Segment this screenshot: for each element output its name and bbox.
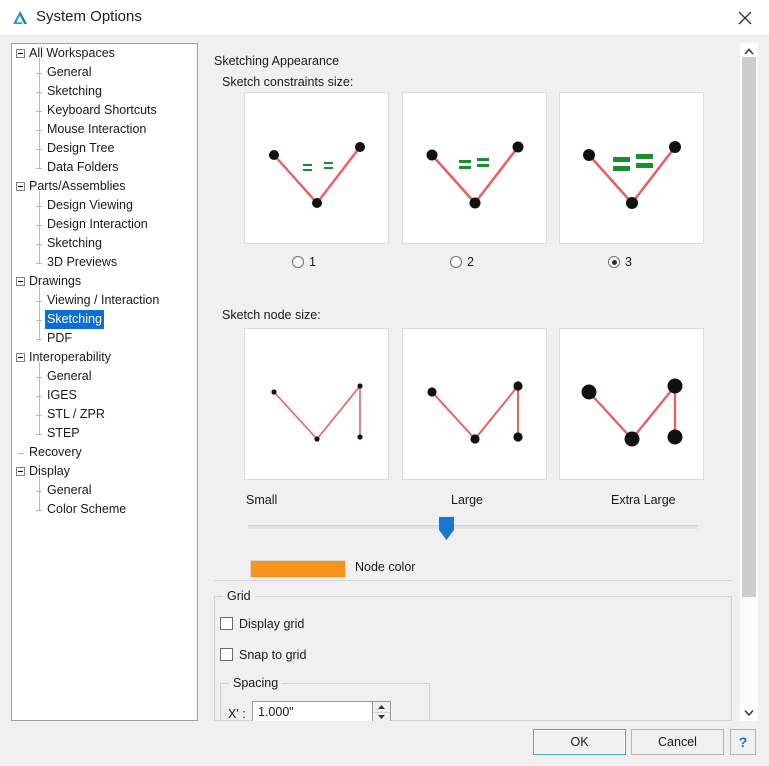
tree-expander-icon[interactable] (16, 353, 25, 362)
slider-thumb[interactable] (438, 517, 455, 541)
tree-item-label: Sketching (47, 84, 102, 98)
node-size-preview-large[interactable] (402, 328, 547, 480)
constraint-size-radio-2-label: 2 (467, 255, 474, 269)
constraint-size-radio-group[interactable]: 1 2 3 (210, 255, 728, 275)
tree-item-label: Design Interaction (47, 217, 148, 231)
node-size-tick-small: Small (246, 493, 278, 507)
node-size-preview-extra-large[interactable] (559, 328, 704, 480)
title-bar: System Options (0, 0, 769, 36)
tree-connector (36, 510, 42, 511)
spacing-x-label: X' : (228, 707, 246, 721)
tree-connector (36, 263, 42, 264)
node-size-preview-small[interactable] (244, 328, 389, 480)
radio-indicator (450, 256, 462, 268)
spacing-group-legend: Spacing (229, 676, 283, 690)
tree-item-label: Sketching (45, 310, 104, 329)
tree-item-label: Recovery (29, 445, 82, 459)
constraint-size-radio-3[interactable]: 3 (608, 255, 632, 269)
tree-expander-icon[interactable] (16, 277, 25, 286)
tree-item-label: Data Folders (47, 160, 119, 174)
tree-item-label: PDF (47, 331, 72, 345)
sketching-appearance-title: Sketching Appearance (214, 54, 340, 68)
tree-item-label: General (47, 483, 92, 497)
scroll-down-icon[interactable] (740, 704, 758, 721)
help-button[interactable]: ? (730, 729, 756, 755)
display-grid-checkbox[interactable]: Display grid (220, 617, 304, 631)
tree-item-label: STEP (47, 426, 80, 440)
constraint-preview-1[interactable] (244, 92, 389, 244)
tree-expander-icon[interactable] (16, 467, 25, 476)
tree-item-label: Drawings (29, 274, 82, 288)
constraint-preview-3[interactable] (559, 92, 704, 244)
tree-expander-icon[interactable] (16, 49, 25, 58)
title-divider (0, 35, 769, 36)
grid-group-legend: Grid (223, 589, 255, 603)
tree-connector (39, 476, 40, 510)
tree-item-recovery[interactable]: Recovery (12, 443, 197, 462)
node-size-tick-extra-large: Extra Large (611, 493, 676, 507)
ok-button-label: OK (570, 735, 589, 749)
tree-item-label: Design Tree (47, 141, 115, 155)
cancel-button-label: Cancel (658, 735, 697, 749)
tree-connector (39, 58, 40, 168)
tree-item-label: General (47, 369, 92, 383)
tree-connector (39, 362, 40, 434)
scrollbar-thumb[interactable] (742, 57, 756, 597)
alibre-logo-icon (10, 8, 30, 28)
spacing-x-spin-buttons[interactable] (372, 701, 391, 721)
options-category-tree[interactable]: All Workspaces General Sketching Keyboard S… (11, 43, 198, 721)
constraint-size-radio-1[interactable]: 1 (292, 255, 316, 269)
tree-item-label: Parts/Assemblies (29, 179, 126, 193)
node-color-label: Node color (355, 560, 416, 574)
checkbox-indicator (220, 648, 233, 661)
ok-button[interactable]: OK (533, 729, 626, 755)
snap-to-grid-label: Snap to grid (239, 648, 307, 662)
checkbox-indicator (220, 617, 233, 630)
tree-item-label: Sketching (47, 236, 102, 250)
tree-item-label: IGES (47, 388, 77, 402)
constraint-size-radio-3-label: 3 (625, 255, 632, 269)
tree-item-label: Display (29, 464, 70, 478)
tree-connector (36, 434, 42, 435)
snap-to-grid-checkbox[interactable]: Snap to grid (220, 648, 306, 662)
sketch-constraints-size-label: Sketch constraints size: (222, 75, 354, 89)
tree-connector (39, 191, 40, 263)
node-size-tick-labels: Small Large Extra Large (246, 493, 701, 509)
constraint-size-radio-1-label: 1 (309, 255, 316, 269)
tree-item-label: General (47, 65, 92, 79)
tree-connector (36, 339, 42, 340)
tree-item-label: STL / ZPR (47, 407, 105, 421)
node-size-tick-large: Large (451, 493, 483, 507)
spacing-x-input[interactable] (252, 701, 372, 721)
node-size-slider[interactable] (248, 517, 698, 547)
tree-connector (18, 453, 24, 454)
system-options-dialog: System Options All Workspaces General Sket… (0, 0, 769, 766)
options-content-pane: Sketching Appearance Sketch constraints … (210, 43, 735, 721)
tree-item-label: Color Scheme (47, 502, 127, 516)
constraint-size-radio-2[interactable]: 2 (450, 255, 474, 269)
tree-item-label: Keyboard Shortcuts (47, 103, 157, 117)
tree-item-label: Viewing / Interaction (47, 293, 160, 307)
radio-indicator (608, 256, 620, 268)
radio-indicator (292, 256, 304, 268)
sketch-node-size-label: Sketch node size: (222, 308, 321, 322)
tree-item-label: Mouse Interaction (47, 122, 147, 136)
cancel-button[interactable]: Cancel (631, 729, 724, 755)
spin-down-icon[interactable] (373, 712, 390, 721)
window-title: System Options (36, 8, 142, 25)
node-color-swatch[interactable] (250, 560, 346, 578)
slider-track[interactable] (248, 525, 698, 529)
constraint-preview-2[interactable] (402, 92, 547, 244)
spacing-x-stepper[interactable] (252, 701, 391, 721)
content-scrollbar[interactable] (740, 43, 758, 721)
tree-connector (39, 286, 40, 339)
tree-expander-icon[interactable] (16, 182, 25, 191)
tree-connector (36, 168, 42, 169)
tree-item-label: 3D Previews (47, 255, 118, 269)
help-icon: ? (738, 734, 748, 750)
display-grid-label: Display grid (239, 617, 305, 631)
tree-item-label: All Workspaces (29, 46, 115, 60)
close-icon[interactable] (723, 0, 769, 36)
tree-item-label: Design Viewing (47, 198, 133, 212)
